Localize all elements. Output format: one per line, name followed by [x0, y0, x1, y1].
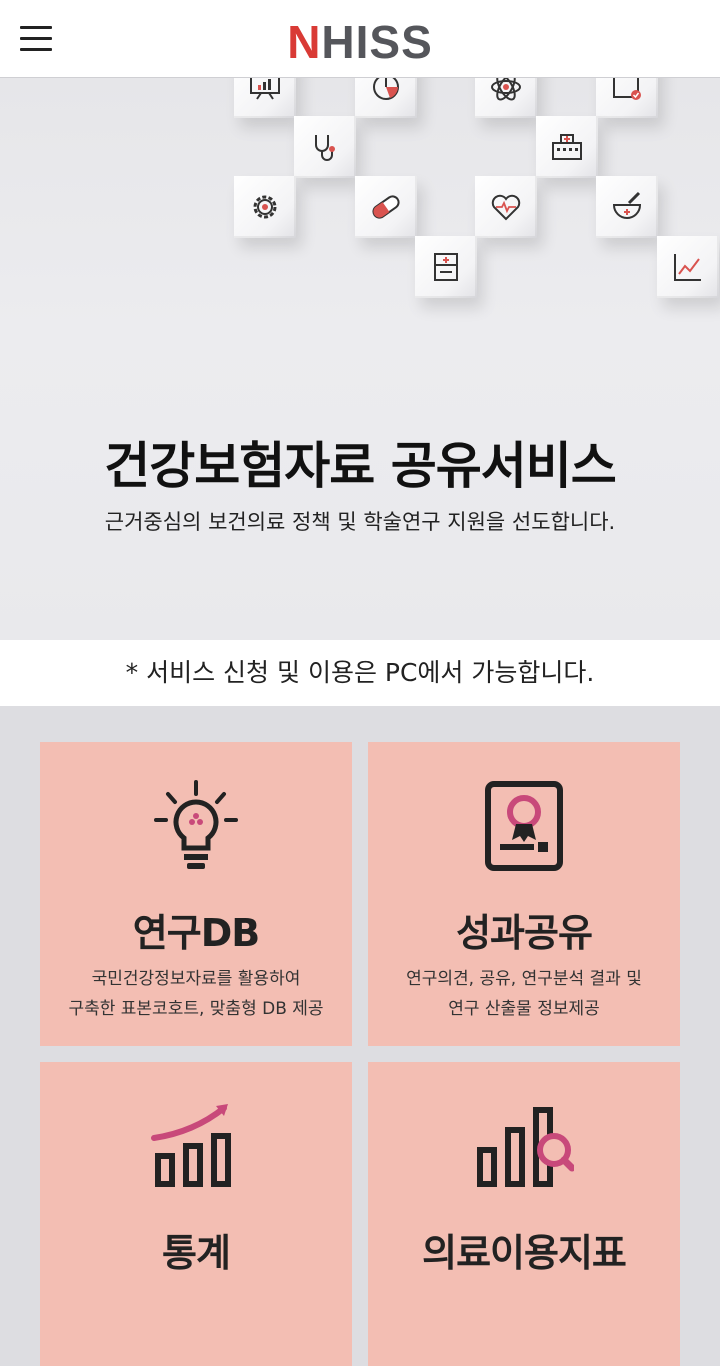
pie-chart-icon [355, 78, 417, 118]
nhiss-logo[interactable]: NHISS [0, 14, 720, 70]
pill-capsule-icon [355, 176, 417, 238]
calendar-check-icon [596, 78, 658, 118]
heart-pulse-icon [475, 176, 537, 238]
card-description: 연구의견, 공유, 연구분석 결과 및 연구 산출물 정보제공 [406, 969, 642, 1019]
bar-chart-search-icon [474, 1098, 576, 1198]
hero-title: 건강보험자료 공유서비스 [104, 437, 616, 495]
card-title: 연구DB [132, 911, 260, 955]
medical-cabinet-icon [415, 236, 477, 298]
mortar-pestle-icon [596, 176, 658, 238]
presentation-chart-icon [234, 78, 296, 118]
card-title: 통계 [162, 1231, 231, 1275]
results-sharing-card[interactable]: 성과공유 연구의견, 공유, 연구분석 결과 및 연구 산출물 정보제공 [368, 742, 680, 1046]
medical-usage-index-card[interactable]: 의료이용지표 [368, 1062, 680, 1366]
research-db-card[interactable]: 연구DB 국민건강정보자료를 활용하여 구축한 표본코호트, 맞춤형 DB 제공 [40, 742, 352, 1046]
gear-icon [234, 176, 296, 238]
app-header: NHISS [0, 0, 720, 78]
service-grid: 연구DB 국민건강정보자료를 활용하여 구축한 표본코호트, 맞춤형 DB 제공… [0, 706, 720, 1366]
pc-only-notice: * 서비스 신청 및 이용은 PC에서 가능합니다. [0, 640, 720, 706]
atom-icon [475, 78, 537, 118]
card-description: 국민건강정보자료를 활용하여 구축한 표본코호트, 맞춤형 DB 제공 [68, 969, 324, 1019]
statistics-card[interactable]: 통계 [40, 1062, 352, 1366]
card-title: 의료이용지표 [422, 1231, 627, 1275]
hero-subtitle: 근거중심의 보건의료 정책 및 학술연구 지원을 선도합니다. [104, 510, 616, 534]
hospital-icon [536, 116, 598, 178]
hero-banner: 건강보험자료 공유서비스 근거중심의 보건의료 정책 및 학술연구 지원을 선도… [0, 78, 720, 640]
certificate-award-icon [474, 778, 574, 878]
card-title: 성과공유 [456, 911, 593, 955]
line-chart-icon [657, 236, 719, 298]
lightbulb-icon [146, 778, 246, 878]
stethoscope-icon [294, 116, 356, 178]
bar-chart-trend-icon [146, 1098, 246, 1198]
